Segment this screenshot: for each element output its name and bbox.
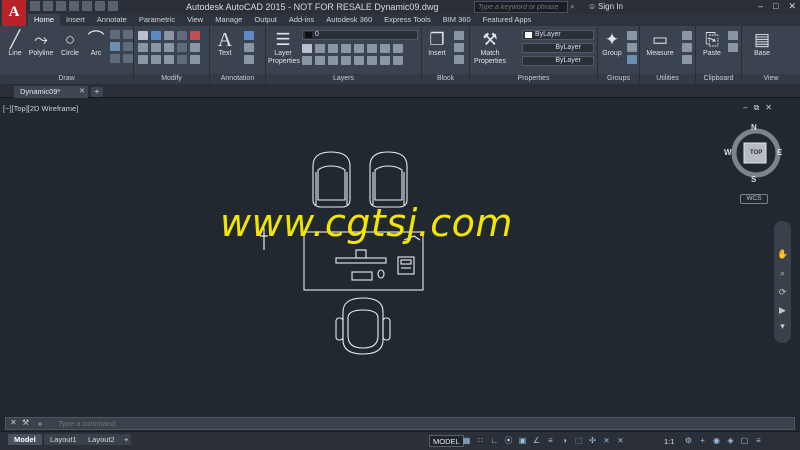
navbar-options-icon[interactable]: ▾ (777, 321, 788, 332)
layout-tab-layout1[interactable]: Layout1 (44, 434, 83, 445)
viewcube-top-label: TOP (750, 150, 763, 156)
add-layout-button[interactable]: + (121, 434, 132, 445)
layout-tab-model[interactable]: Model (8, 434, 42, 445)
showmotion-icon[interactable]: ▶ (777, 305, 788, 316)
pan-icon[interactable]: ✋ (777, 249, 788, 260)
zoom-icon[interactable]: ⌕ (777, 268, 788, 279)
viewcube: N S W E TOP (724, 123, 783, 184)
wcs-menu[interactable]: WCS (740, 194, 768, 204)
status-toggles: ▦ ∷ ∟ ⦿ ▣ ∠ ≡ ◑ ⬚ ✣ ⨯ ⨯ (462, 436, 625, 446)
annotation-scale[interactable]: 1:1 (664, 437, 674, 446)
watermark-text: www.cgtsj.com (220, 201, 513, 245)
annotation-visibility-icon[interactable]: ⨯ (602, 436, 611, 446)
chair-seat (374, 165, 403, 201)
lineweight-icon[interactable]: ≡ (546, 436, 555, 446)
close-icon[interactable]: ✕ (10, 418, 17, 427)
navigation-bar: ✋ ⌕ ⟳ ▶ ▾ (774, 221, 791, 343)
chair-arm (335, 317, 344, 341)
ortho-icon[interactable]: ∟ (490, 436, 499, 446)
isolate-icon[interactable]: ◉ (712, 436, 721, 446)
phone-display (400, 259, 412, 265)
compass-east[interactable]: E (777, 148, 782, 157)
status-right-icons: ⚙ + ◉ ◈ ▢ ≡ (684, 436, 763, 446)
hardware-acceleration-icon[interactable]: ◈ (726, 436, 735, 446)
otrack-icon[interactable]: ∠ (532, 436, 541, 446)
compass-west[interactable]: W (724, 148, 732, 157)
chair-seat (347, 309, 379, 349)
monitor-base (355, 249, 367, 259)
polar-icon[interactable]: ⦿ (504, 436, 513, 446)
auto-scale-icon[interactable]: ⨯ (616, 436, 625, 446)
chair-top-right[interactable] (369, 151, 408, 208)
mouse-icon[interactable] (377, 269, 385, 279)
keyboard-icon[interactable] (351, 271, 373, 281)
wrench-icon[interactable]: ⚒ (22, 418, 29, 427)
chair-seat (317, 165, 346, 201)
command-prompt-icon: » (38, 419, 43, 428)
dynamic-ucs-icon[interactable]: ✣ (588, 436, 597, 446)
compass-south[interactable]: S (751, 175, 756, 184)
status-bar: Model Layout1 Layout2 + MODEL ▦ ∷ ∟ ⦿ ▣ … (0, 431, 800, 450)
chair-top-left[interactable] (312, 151, 351, 208)
clean-screen-icon[interactable]: ▢ (740, 436, 749, 446)
customize-icon[interactable]: ≡ (754, 436, 763, 446)
compass-north[interactable]: N (751, 123, 757, 132)
command-line: ✕ ⚒ » (5, 417, 795, 430)
layout-tab-layout2[interactable]: Layout2 (82, 434, 121, 445)
orbit-icon[interactable]: ⟳ (777, 287, 788, 298)
chair-arm (382, 317, 391, 341)
command-input[interactable] (58, 418, 358, 429)
grid-icon[interactable]: ▦ (462, 436, 471, 446)
osnap-icon[interactable]: ▣ (518, 436, 527, 446)
model-space-button[interactable]: MODEL (429, 435, 464, 447)
chair-outline (342, 297, 384, 355)
transparency-icon[interactable]: ◑ (560, 436, 569, 446)
gear-icon[interactable]: ⚙ (684, 436, 693, 446)
snap-icon[interactable]: ∷ (476, 436, 485, 446)
chair-bottom[interactable] (335, 297, 391, 355)
plus-icon[interactable]: + (698, 436, 707, 446)
autocad-window: Autodesk AutoCAD 2015 - NOT FOR RESALE D… (0, 0, 800, 450)
monitor-icon[interactable] (335, 257, 387, 264)
selection-cycling-icon[interactable]: ⬚ (574, 436, 583, 446)
